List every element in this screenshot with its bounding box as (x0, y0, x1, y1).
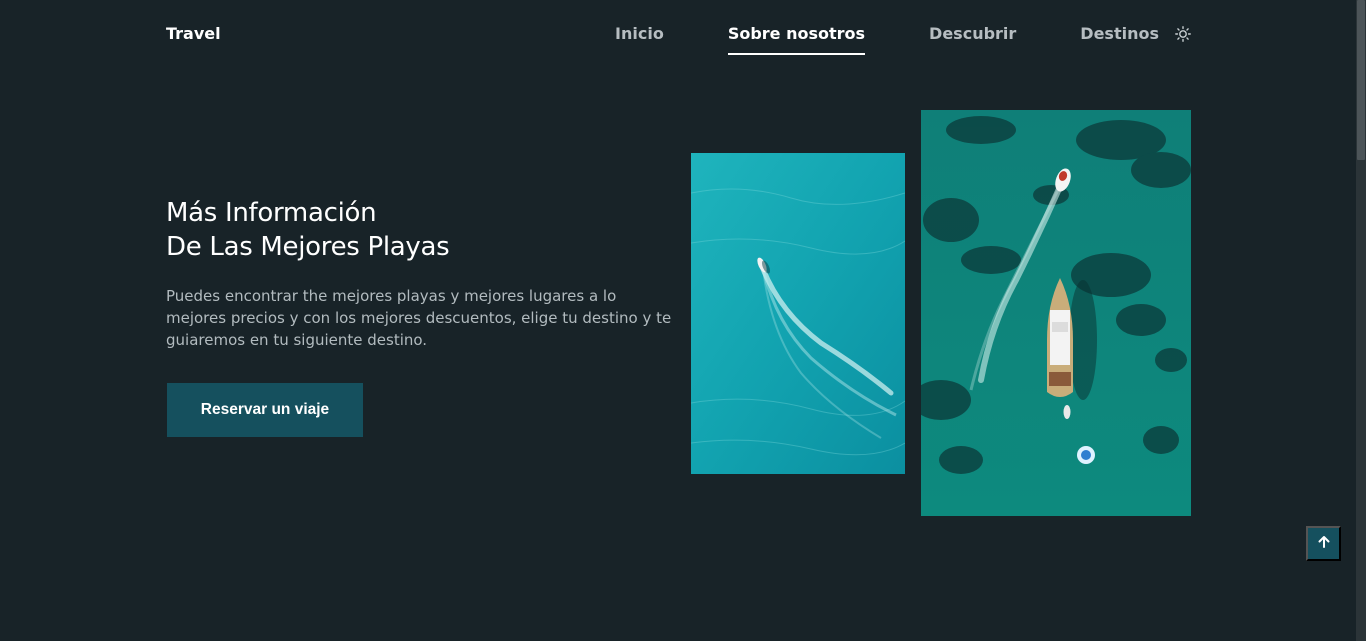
book-trip-button[interactable]: Reservar un viaje (167, 383, 363, 437)
nav-destinos[interactable]: Destinos (1080, 24, 1159, 43)
page: Travel Inicio Sobre nosotros Descubrir D… (0, 0, 1356, 641)
page-scrollbar[interactable] (1356, 0, 1366, 641)
site-header: Travel Inicio Sobre nosotros Descubrir D… (166, 0, 1191, 68)
main-nav: Inicio Sobre nosotros Descubrir Destinos (615, 24, 1191, 55)
aerial-boat-image (691, 153, 905, 474)
hero-title-line-2: De Las Mejores Playas (166, 232, 450, 262)
nav-inicio[interactable]: Inicio (615, 24, 664, 43)
hero-description: Puedes encontrar the mejores playas y me… (166, 287, 672, 349)
scroll-to-top-button[interactable] (1306, 526, 1341, 561)
nav-sobre-nosotros[interactable]: Sobre nosotros (727, 24, 866, 55)
arrow-up-icon (1317, 535, 1331, 552)
nav-descubrir[interactable]: Descubrir (929, 24, 1016, 43)
aerial-yacht-image (921, 110, 1191, 516)
sun-icon[interactable] (1175, 25, 1191, 42)
hero-title: Más Información De Las Mejores Playas (166, 196, 450, 264)
hero-title-line-1: Más Información (166, 198, 377, 228)
scrollbar-thumb[interactable] (1357, 0, 1365, 160)
logo[interactable]: Travel (166, 24, 221, 43)
